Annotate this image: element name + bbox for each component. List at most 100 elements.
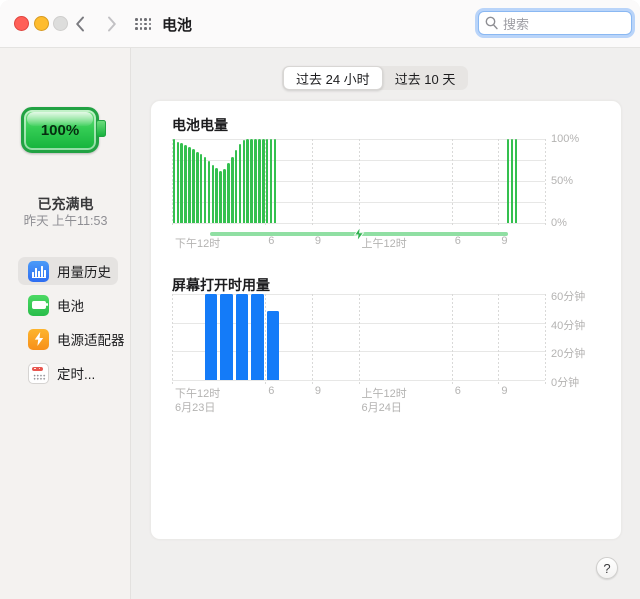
chart-title: 屏幕打开时用量 — [172, 277, 270, 293]
sidebar-item-label: 电源适配器 — [57, 333, 125, 348]
y-axis-labels: 100% 50% 0% — [551, 133, 611, 229]
charts-card: 电池电量 下午12时 6 9 上午12时 6 9 100% 50% 0% 屏幕打开时用量 下午… — [150, 100, 622, 540]
x-tick-label: 9 — [501, 385, 508, 397]
battery-level-bar — [215, 168, 218, 223]
y-tick-label: 50% — [551, 175, 574, 187]
battery-level-bar — [230, 156, 234, 223]
y-tick-label: 40分钟 — [551, 319, 586, 332]
usage-history-icon — [28, 260, 49, 282]
battery-level-bar — [227, 163, 230, 223]
screen-usage-bar — [204, 294, 218, 380]
battery-level-bar — [250, 139, 253, 223]
x-axis-date-labels: 6月23日 6月24日 — [172, 399, 592, 414]
gridline-vertical — [545, 294, 546, 384]
charge-timestamp: 昨天 上午11:53 — [23, 214, 108, 228]
screen-usage-bar — [266, 311, 280, 380]
sidebar-menu: 用量历史 电池 电源适配器 定时... — [18, 257, 125, 393]
sidebar: 100% 已充满电 昨天 上午11:53 用量历史 电池 电源适配器 定时... — [0, 48, 131, 599]
sidebar-item-label: 用量历史 — [57, 265, 111, 280]
gridline-vertical — [498, 139, 500, 227]
search-input[interactable] — [501, 12, 629, 36]
y-tick-label: 100% — [551, 133, 580, 145]
help-button[interactable]: ? — [596, 557, 618, 579]
battery-preferences-window: 电池 100% 已充满电 昨天 上午11:53 用量历史 — [0, 0, 640, 599]
battery-level-bar — [199, 154, 203, 223]
segment-last-10-days[interactable]: 过去 10 天 — [383, 67, 468, 89]
x-date-label: 6月24日 — [361, 402, 402, 414]
x-axis-labels: 下午12时 6 9 上午12时 6 9 — [172, 385, 592, 400]
battery-level-bar — [223, 169, 226, 223]
show-all-grid-icon[interactable] — [135, 18, 152, 31]
battery-level-bar — [258, 139, 261, 223]
battery-level-bar — [514, 139, 518, 223]
segment-last-24-hours[interactable]: 过去 24 小时 — [283, 66, 383, 90]
gridline-vertical — [545, 139, 546, 227]
screen-usage-bar — [251, 294, 264, 380]
x-date-label: 6月23日 — [175, 402, 216, 414]
sidebar-item-power-adapter[interactable]: 电源适配器 — [18, 325, 125, 353]
time-range-segmented-control: 过去 24 小时 过去 10 天 — [282, 66, 469, 90]
battery-percent: 100% — [40, 121, 80, 139]
battery-level-bar — [211, 165, 215, 223]
x-tick-label: 上午12时 — [361, 238, 407, 250]
battery-level-bar — [195, 151, 199, 223]
screen-usage-bar — [220, 294, 233, 380]
battery-level-bar — [262, 139, 265, 223]
screen-usage-plot — [172, 294, 546, 384]
sidebar-item-label: 电池 — [57, 299, 84, 314]
y-axis-labels: 60分钟 40分钟 20分钟 0分钟 — [551, 291, 611, 389]
battery-nub — [96, 120, 106, 137]
gridline-vertical — [451, 294, 453, 384]
gridline-vertical — [358, 139, 360, 227]
gridline-vertical — [311, 294, 313, 384]
x-tick-label: 6 — [268, 235, 275, 247]
battery-level-bar — [242, 139, 246, 223]
gridline-vertical — [358, 294, 360, 384]
battery-level-bar — [238, 144, 242, 223]
battery-level-chart: 电池电量 下午12时 6 9 上午12时 6 9 100% 50% 0% — [172, 115, 617, 265]
battery-level-bar — [254, 139, 257, 223]
battery-level-bar — [172, 139, 176, 223]
screen-on-usage-chart: 屏幕打开时用量 下午12时 6 9 上午12时 6 9 6月23日 6月24日 60分钟 40… — [172, 275, 617, 425]
battery-level-bar — [184, 144, 187, 223]
battery-level-bar — [510, 139, 514, 223]
gridline-vertical — [172, 294, 173, 384]
x-tick-label: 6 — [454, 235, 461, 247]
battery-level-bar — [192, 149, 195, 223]
battery-level-bar — [246, 139, 250, 223]
battery-level-plot — [172, 139, 546, 227]
zoom-button-disabled — [53, 16, 68, 31]
chart-title: 电池电量 — [172, 117, 228, 133]
search-icon — [485, 16, 498, 30]
gridline-vertical — [451, 139, 453, 227]
x-axis-labels: 下午12时 6 9 上午12时 6 9 — [172, 235, 592, 250]
back-button[interactable] — [68, 12, 92, 36]
power-adapter-icon — [28, 328, 49, 350]
y-tick-label: 20分钟 — [551, 348, 586, 361]
y-tick-label: 60分钟 — [551, 291, 586, 303]
window-title: 电池 — [162, 17, 193, 34]
sidebar-item-label: 定时... — [57, 367, 96, 382]
battery-level-bar — [269, 139, 273, 223]
sidebar-item-schedule[interactable]: 定时... — [18, 359, 118, 387]
x-tick-label: 6 — [454, 385, 461, 397]
sidebar-item-battery[interactable]: 电池 — [18, 291, 118, 319]
search-field[interactable] — [478, 11, 632, 36]
minimize-button[interactable] — [34, 16, 49, 31]
battery-level-bar — [203, 157, 207, 223]
y-tick-label: 0% — [551, 217, 567, 229]
battery-level-bar — [273, 139, 277, 223]
x-tick-label: 9 — [314, 235, 321, 247]
battery-level-bar — [219, 170, 222, 223]
forward-button[interactable] — [100, 12, 124, 36]
close-button[interactable] — [14, 16, 29, 31]
main-content: 过去 24 小时 过去 10 天 电池电量 下午12时 6 9 上午12时 6 9 100… — [131, 48, 640, 599]
schedule-icon — [28, 362, 49, 384]
chevron-right-icon — [108, 16, 116, 32]
sidebar-item-usage-history[interactable]: 用量历史 — [18, 257, 118, 285]
x-tick-label: 6 — [268, 385, 275, 397]
battery-level-icon: 100% — [21, 107, 106, 153]
help-label: ? — [603, 560, 611, 576]
screen-usage-bar — [235, 294, 249, 380]
x-tick-label: 9 — [501, 235, 508, 247]
